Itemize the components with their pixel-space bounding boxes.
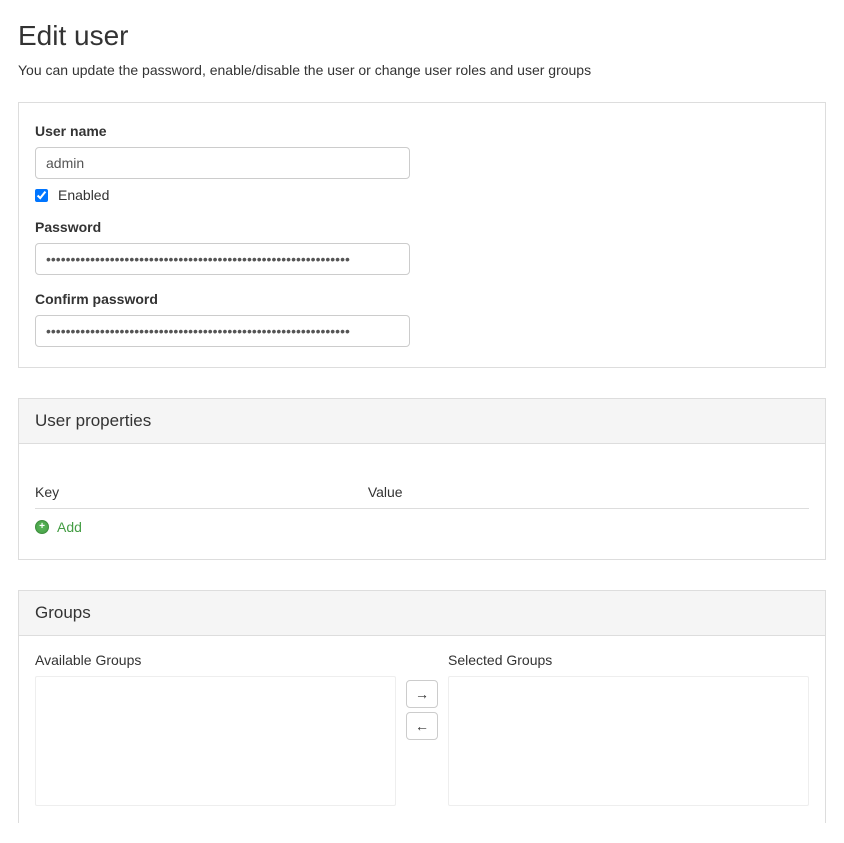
add-property-label: Add bbox=[57, 519, 82, 535]
selected-groups-label: Selected Groups bbox=[448, 652, 809, 668]
enabled-checkbox[interactable] bbox=[35, 189, 48, 202]
user-properties-title: User properties bbox=[19, 399, 825, 444]
enabled-label: Enabled bbox=[58, 187, 109, 203]
move-right-button[interactable]: → bbox=[406, 680, 438, 708]
username-input[interactable] bbox=[35, 147, 410, 179]
page-title: Edit user bbox=[18, 20, 826, 52]
page-description: You can update the password, enable/disa… bbox=[18, 62, 826, 78]
password-label: Password bbox=[35, 219, 809, 235]
selected-groups-select[interactable] bbox=[448, 676, 809, 806]
user-properties-panel: User properties Key Value + Add bbox=[18, 398, 826, 560]
groups-title: Groups bbox=[19, 591, 825, 636]
user-details-panel: User name Enabled Password Confirm passw… bbox=[18, 102, 826, 368]
move-left-button[interactable]: ← bbox=[406, 712, 438, 740]
properties-value-header: Value bbox=[368, 476, 809, 509]
confirm-password-label: Confirm password bbox=[35, 291, 809, 307]
password-input[interactable] bbox=[35, 243, 410, 275]
add-icon: + bbox=[35, 520, 49, 534]
available-groups-select[interactable] bbox=[35, 676, 396, 806]
properties-key-header: Key bbox=[35, 476, 368, 509]
username-label: User name bbox=[35, 123, 809, 139]
add-property-button[interactable]: + Add bbox=[35, 509, 809, 539]
available-groups-label: Available Groups bbox=[35, 652, 396, 668]
groups-panel: Groups Available Groups → ← Selected Gro… bbox=[18, 590, 826, 823]
properties-table: Key Value bbox=[35, 476, 809, 509]
confirm-password-input[interactable] bbox=[35, 315, 410, 347]
